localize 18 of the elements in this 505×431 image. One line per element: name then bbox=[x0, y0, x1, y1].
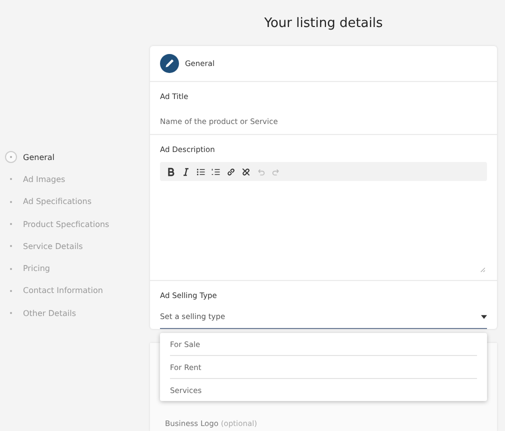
sidebar-item[interactable]: Product Specfications bbox=[0, 212, 150, 236]
italic-icon[interactable] bbox=[181, 166, 191, 176]
bullet-list-icon[interactable] bbox=[196, 166, 206, 176]
pencil-icon bbox=[160, 54, 179, 73]
numbered-list-icon[interactable] bbox=[211, 166, 221, 176]
page-title: Your listing details bbox=[263, 14, 384, 32]
sidebar-item[interactable]: Service Details bbox=[0, 235, 150, 258]
sidebar-item[interactable]: Ad Images bbox=[0, 168, 150, 191]
caret-icon bbox=[481, 314, 487, 318]
sidebar-item[interactable]: Ad Specifications bbox=[0, 190, 150, 213]
sidebar-item[interactable]: Contact Information bbox=[0, 280, 150, 302]
unlink-icon[interactable] bbox=[241, 166, 251, 176]
link-icon[interactable] bbox=[226, 166, 236, 176]
sidebar-item[interactable]: General bbox=[0, 146, 150, 168]
resize-grip-icon[interactable] bbox=[480, 267, 485, 272]
sidebar-item[interactable]: Pricing bbox=[0, 257, 150, 280]
bold-icon[interactable] bbox=[166, 166, 176, 176]
sidebar-item[interactable]: Other Details bbox=[0, 302, 150, 324]
